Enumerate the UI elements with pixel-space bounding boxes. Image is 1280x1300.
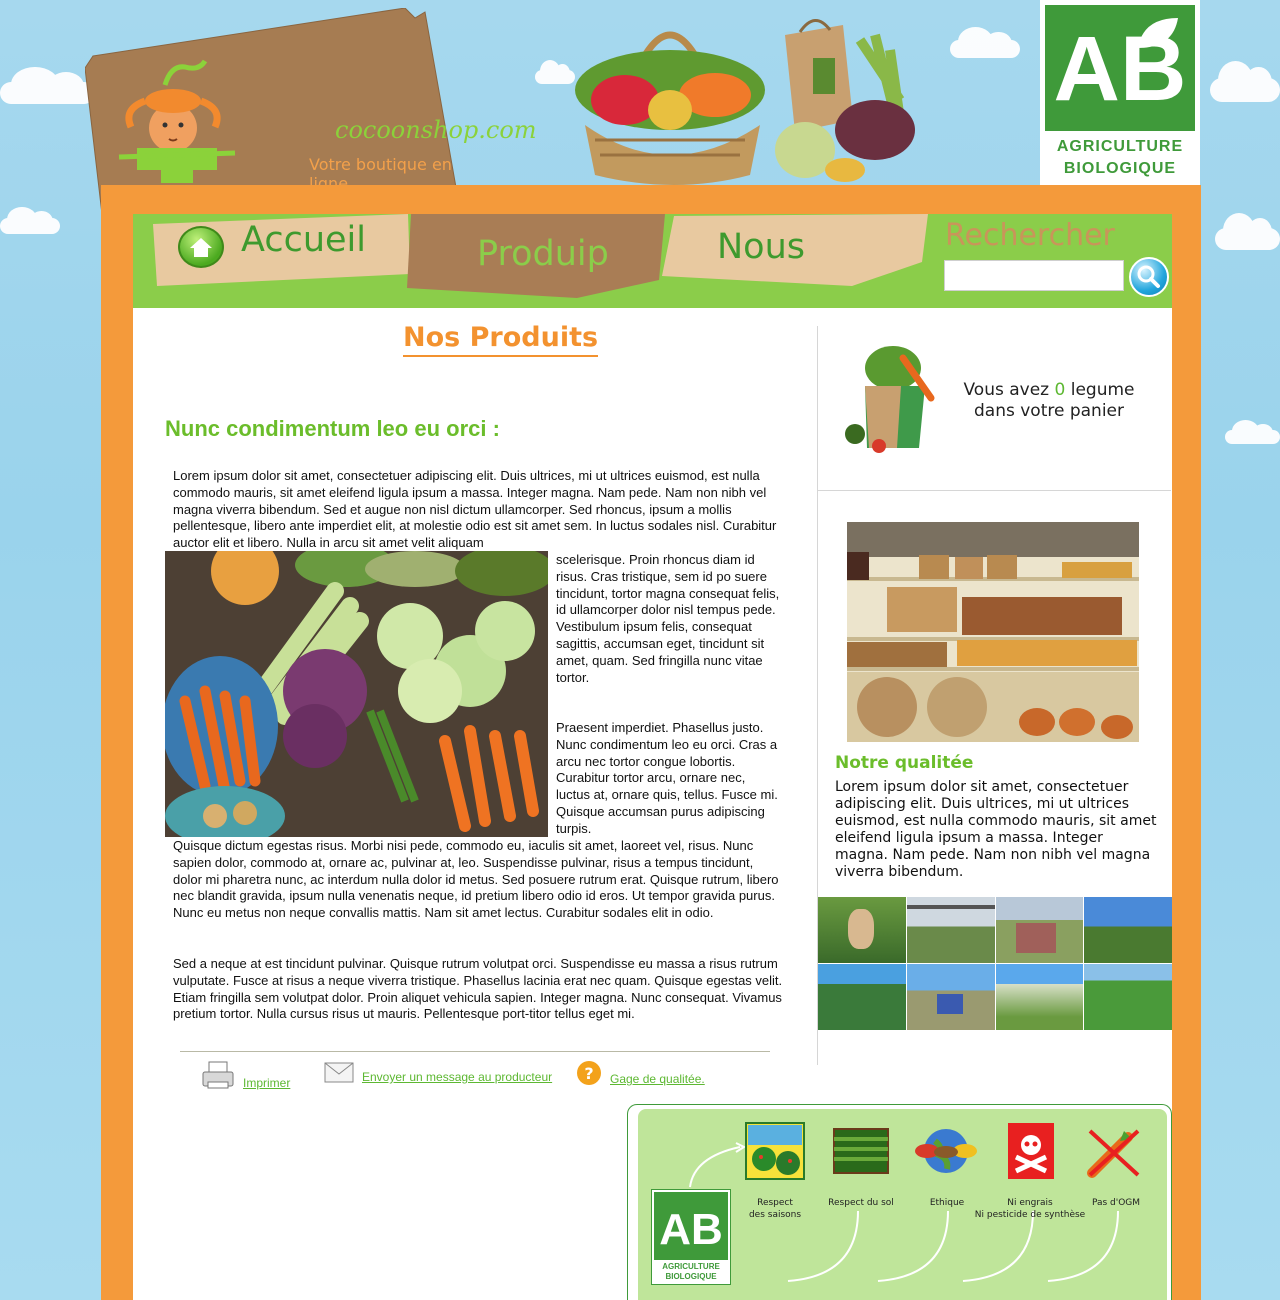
print-action[interactable]: Imprimer bbox=[201, 1060, 290, 1090]
nav-tab-home-label: Accueil bbox=[241, 220, 366, 260]
section-subtitle: Nunc condimentum leo eu orci : bbox=[165, 416, 500, 441]
vegetables-photo-icon bbox=[165, 551, 548, 837]
gallery-photo[interactable] bbox=[1084, 964, 1172, 1030]
banner-item-no-pesticide-line1: Ni engrais bbox=[1007, 1198, 1053, 1208]
cart-line2: dans votre panier bbox=[973, 401, 1124, 421]
ethics-handshake-icon bbox=[915, 1129, 977, 1173]
shopping-bag-icon[interactable] bbox=[843, 338, 943, 458]
printer-icon bbox=[202, 1061, 234, 1089]
envelope-icon bbox=[324, 1062, 354, 1083]
gallery-photo[interactable] bbox=[818, 897, 906, 963]
no-pesticide-icon bbox=[1008, 1123, 1054, 1179]
sky-cloud bbox=[0, 206, 60, 234]
gallery-photo[interactable] bbox=[995, 964, 1084, 1030]
produce-bag-icon bbox=[775, 19, 915, 182]
search-input[interactable] bbox=[944, 260, 1124, 291]
banner-ab-letters: AB bbox=[659, 1205, 723, 1254]
question-icon: ? bbox=[577, 1061, 601, 1085]
banner-item-soil-line1: Respect du sol bbox=[828, 1198, 894, 1208]
girl-mascot-icon bbox=[118, 59, 236, 183]
organic-values-banner: AB AGRICULTURE BIOLOGIQUE Respect des sa… bbox=[627, 1104, 1172, 1300]
gallery-photo[interactable] bbox=[995, 897, 1084, 963]
cart-count: 0 bbox=[1054, 380, 1066, 400]
banner-item-seasons-line2: des saisons bbox=[748, 1210, 802, 1220]
banner-ab-logo: AB AGRICULTURE BIOLOGIQUE bbox=[651, 1189, 731, 1285]
message-producer-link[interactable]: Envoyer un message au producteur bbox=[362, 1070, 552, 1084]
gallery-photo[interactable] bbox=[818, 964, 906, 1030]
ab-letters: AB bbox=[1053, 18, 1187, 120]
cart-prefix: Vous avez bbox=[963, 380, 1055, 400]
banner-item-ethics-line1: Ethique bbox=[929, 1198, 965, 1208]
nav-tab-about[interactable]: Nous bbox=[662, 214, 930, 286]
banner-item-no-pesticide: Ni engrais Ni pesticide de synthèse bbox=[970, 1197, 1090, 1221]
home-icon bbox=[178, 226, 224, 268]
banner-panel: AB AGRICULTURE BIOLOGIQUE Respect des sa… bbox=[638, 1109, 1167, 1300]
banner-item-no-gmo: Pas d'OGM bbox=[1078, 1197, 1154, 1209]
quality-text: Lorem ipsum dolor sit amet, consectetuer… bbox=[835, 779, 1157, 880]
paragraph-third: Sed a neque at est tincidunt pulvinar. Q… bbox=[173, 956, 783, 1022]
sky-cloud bbox=[1210, 61, 1280, 102]
ab-label-line2: BIOLOGIQUE bbox=[1063, 160, 1177, 177]
vegetables-market-image bbox=[165, 551, 548, 837]
nav-tab-products[interactable]: Produip bbox=[407, 212, 667, 299]
nav-tab-products-label: Produip bbox=[477, 234, 609, 274]
quality-pledge-link[interactable]: Gage de qualitée. bbox=[610, 1072, 705, 1086]
svg-text:?: ? bbox=[584, 1064, 593, 1083]
sky-cloud bbox=[1225, 420, 1280, 444]
banner-item-seasons-line1: Respect bbox=[757, 1198, 793, 1208]
nav-tab-about-label: Nous bbox=[717, 227, 806, 267]
logo-brand-text: cocoonshop.com bbox=[335, 116, 537, 144]
cart-summary: Vous avez 0 legume dans votre panier bbox=[948, 380, 1150, 422]
farm-photo-gallery bbox=[818, 897, 1172, 1030]
sky-cloud bbox=[950, 27, 1020, 58]
vegetable-basket-icon bbox=[575, 31, 765, 185]
search-button[interactable] bbox=[1129, 257, 1169, 297]
ab-label-line1: AGRICULTURE bbox=[1056, 138, 1184, 155]
banner-ab-line1: AGRICULTURE bbox=[662, 1262, 720, 1271]
sky-cloud bbox=[1215, 212, 1280, 250]
no-gmo-icon bbox=[1087, 1129, 1140, 1178]
quality-title: Notre qualitée bbox=[835, 753, 974, 773]
gallery-photo[interactable] bbox=[906, 897, 995, 963]
magnifier-icon bbox=[1137, 265, 1160, 288]
quality-action[interactable]: ? Gage de qualitée. bbox=[576, 1060, 705, 1086]
paragraph-second-continued: Quisque dictum egestas risus. Morbi nisi… bbox=[173, 838, 779, 921]
message-action[interactable]: Envoyer un message au producteur bbox=[324, 1060, 552, 1084]
banner-item-no-pesticide-line2: Ni pesticide de synthèse bbox=[974, 1210, 1086, 1220]
page-title: Nos Produits bbox=[403, 322, 599, 357]
paragraph-second: Praesent imperdiet. Phasellus justo. Nun… bbox=[556, 720, 778, 836]
nav-tab-home[interactable]: Accueil bbox=[153, 214, 410, 286]
ab-green-panel: AB bbox=[1045, 5, 1195, 131]
paragraph-intro-continued: scelerisque. Proin rhoncus diam id risus… bbox=[556, 552, 780, 685]
sky-cloud bbox=[0, 66, 95, 104]
print-link[interactable]: Imprimer bbox=[243, 1076, 290, 1090]
banner-ab-line2: BIOLOGIQUE bbox=[665, 1272, 717, 1281]
cart-suffix: legume bbox=[1065, 380, 1135, 400]
sidebar-separator bbox=[818, 490, 1171, 491]
divider bbox=[180, 1051, 770, 1052]
search-title: Rechercher bbox=[945, 218, 1115, 253]
seasons-icon bbox=[745, 1122, 805, 1180]
banner-ab-green: AB bbox=[654, 1192, 728, 1260]
banner-item-soil: Respect du sol bbox=[818, 1197, 904, 1209]
shop-shelves-image bbox=[847, 522, 1139, 742]
soil-icon bbox=[833, 1128, 889, 1174]
banner-item-no-gmo-line1: Pas d'OGM bbox=[1091, 1198, 1141, 1208]
ab-certification-logo: AB AGRICULTURE BIOLOGIQUE bbox=[1040, 0, 1200, 185]
gallery-photo[interactable] bbox=[1084, 897, 1172, 963]
gallery-photo[interactable] bbox=[906, 964, 995, 1030]
shop-shelves-photo-icon bbox=[847, 522, 1139, 742]
paragraph-intro: Lorem ipsum dolor sit amet, consectetuer… bbox=[173, 468, 777, 551]
banner-item-seasons: Respect des saisons bbox=[734, 1197, 816, 1221]
